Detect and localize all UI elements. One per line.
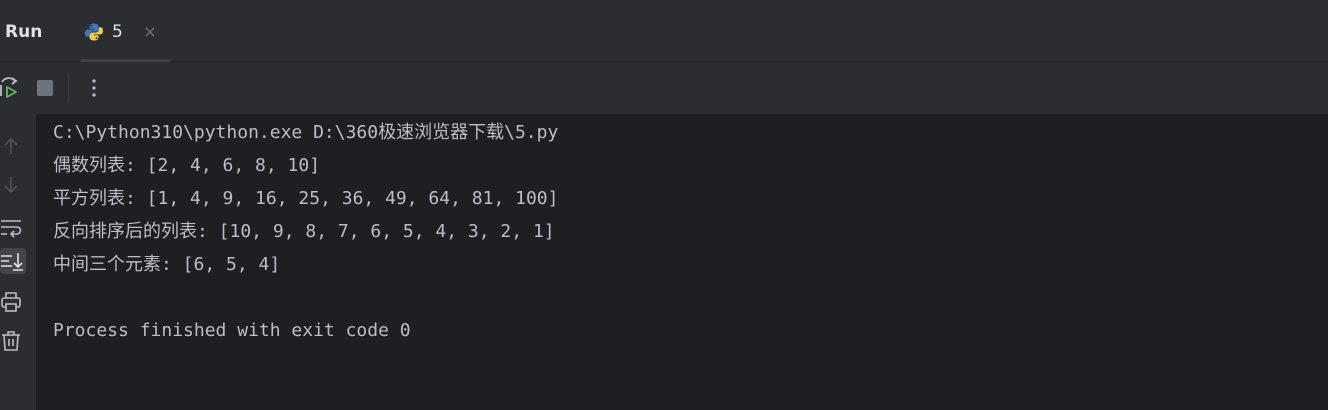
console-line: 反向排序后的列表: [10, 9, 8, 7, 6, 5, 4, 3, 2, 1… — [53, 221, 555, 242]
console-line-command: C:\Python310\python.exe D:\360极速浏览器下载\5.… — [53, 122, 559, 143]
console-line: 中间三个元素: [6, 5, 4] — [53, 254, 281, 275]
tab-run-config-5[interactable]: 5 × — [70, 0, 171, 62]
print-icon[interactable] — [0, 289, 26, 315]
tab-label: 5 — [112, 22, 123, 42]
console-line: 偶数列表: [2, 4, 6, 8, 10] — [53, 155, 321, 176]
console-line-exit-status: Process finished with exit code 0 — [53, 320, 411, 341]
scroll-down-icon[interactable] — [0, 172, 26, 198]
rerun-icon[interactable] — [0, 76, 22, 100]
console-output[interactable]: C:\Python310\python.exe D:\360极速浏览器下载\5.… — [36, 114, 1328, 410]
python-icon — [85, 23, 103, 41]
more-options-icon[interactable] — [82, 76, 106, 100]
tool-window-title: Run — [5, 22, 43, 42]
clear-all-icon[interactable] — [0, 328, 26, 354]
close-tab-icon[interactable]: × — [142, 22, 158, 42]
scroll-up-icon[interactable] — [0, 133, 26, 159]
console-line: 平方列表: [1, 4, 9, 16, 25, 36, 49, 64, 81, … — [53, 188, 559, 209]
run-tool-window: Run 5 × C:\Python310\python.exe D:\360极速… — [0, 0, 1328, 410]
soft-wrap-icon[interactable] — [0, 214, 26, 240]
stop-icon[interactable] — [33, 76, 57, 100]
toolbar-separator — [68, 74, 69, 102]
console-side-toolbar — [0, 114, 36, 410]
scroll-to-end-icon[interactable] — [0, 248, 26, 274]
run-tool-window-header: Run 5 × — [0, 0, 1328, 62]
run-toolbar — [0, 62, 1328, 114]
